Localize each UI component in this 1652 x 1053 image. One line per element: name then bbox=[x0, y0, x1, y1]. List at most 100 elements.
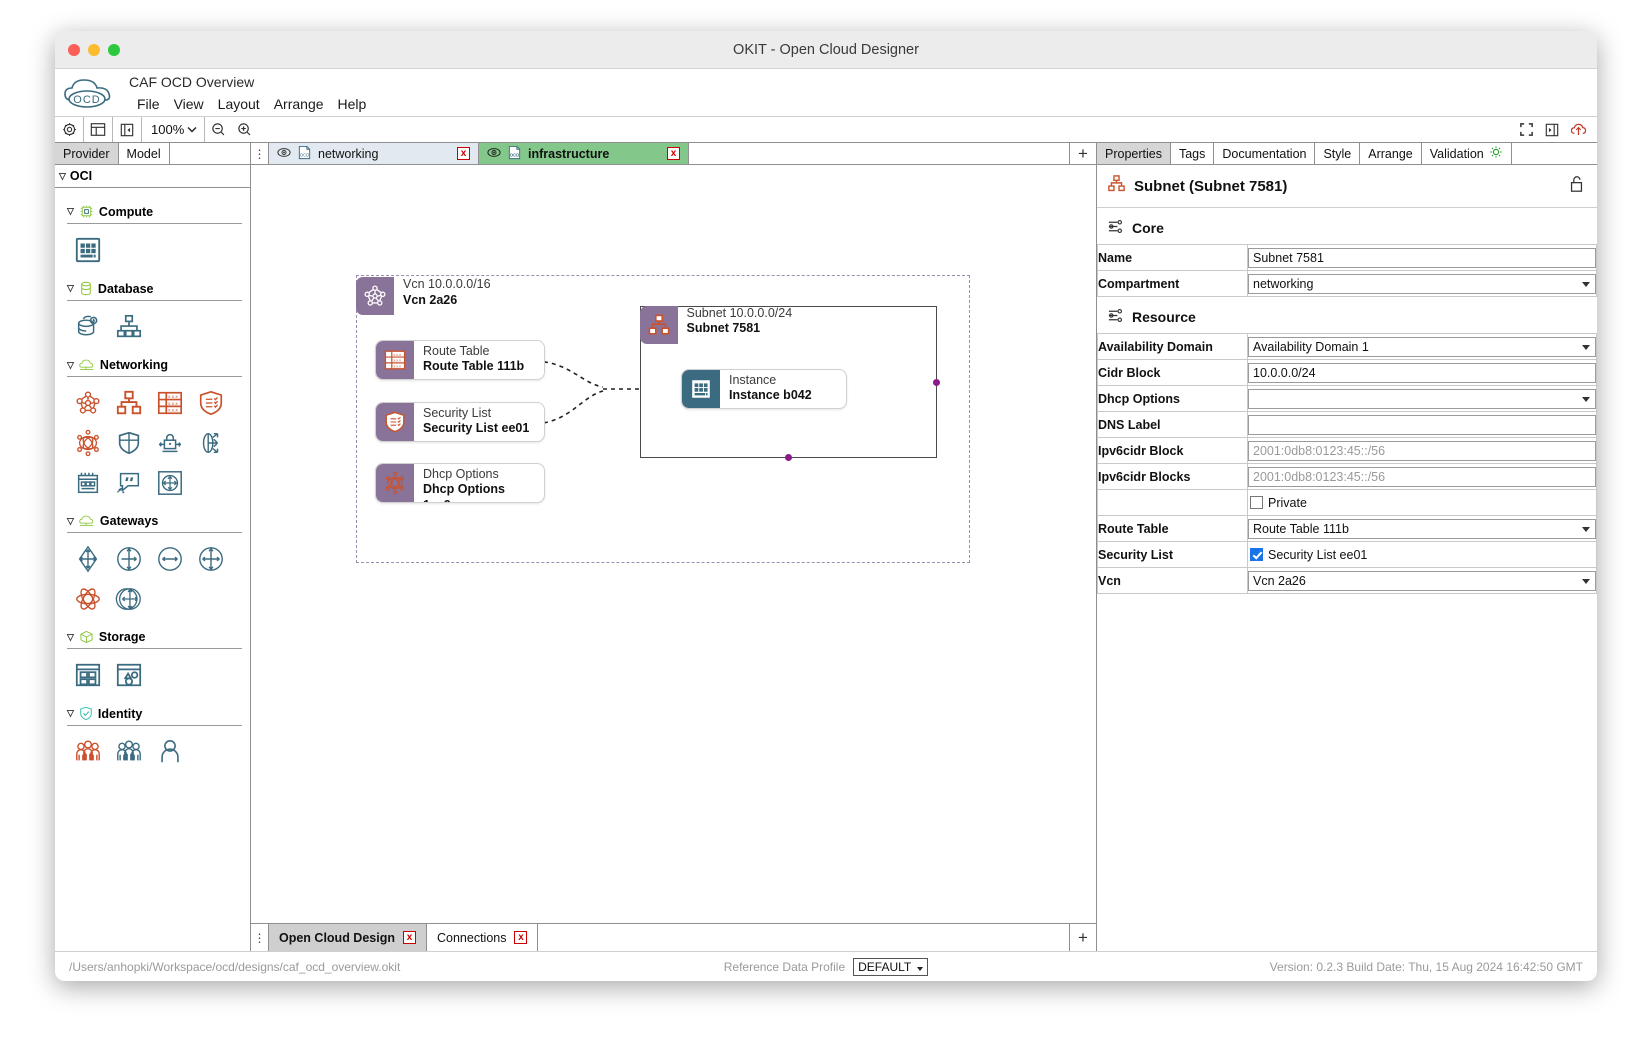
route-table-node[interactable]: x.x.x x.x.x x.x.x Route Table Route Table … bbox=[375, 340, 545, 380]
tab-model[interactable]: Model bbox=[119, 143, 170, 164]
instance-sublabel: Instance bbox=[729, 373, 777, 387]
subnet-anchor-right[interactable] bbox=[933, 379, 940, 386]
load-balancer-icon[interactable] bbox=[196, 428, 226, 458]
tab-provider[interactable]: Provider bbox=[55, 143, 119, 164]
subnet-anchor-bottom[interactable] bbox=[785, 454, 792, 461]
user-icon[interactable] bbox=[155, 737, 185, 767]
menu-layout[interactable]: Layout bbox=[218, 94, 274, 114]
vcn-select[interactable]: Vcn 2a26 bbox=[1248, 570, 1596, 591]
window-titlebar: OKIT - Open Cloud Designer bbox=[55, 31, 1597, 69]
table-row: Ipv6cidr Block 2001:0db8:0123:45::/56 bbox=[1097, 437, 1597, 464]
palette-group-header[interactable]: ▽ Gateways bbox=[67, 514, 242, 533]
ipv6cidr-block-field[interactable]: 2001:0db8:0123:45::/56 bbox=[1248, 440, 1596, 461]
tab-style[interactable]: Style bbox=[1315, 143, 1361, 164]
tab-documentation[interactable]: Documentation bbox=[1214, 143, 1316, 164]
nat-gateway-icon[interactable] bbox=[114, 544, 144, 574]
palette-group-header[interactable]: ▽ Identity bbox=[67, 706, 242, 726]
route-table-select[interactable]: Route Table 111b bbox=[1248, 518, 1596, 539]
unlocked-padlock-icon[interactable] bbox=[1568, 175, 1585, 198]
view-tab-infrastructure[interactable]: OCD infrastructure x bbox=[479, 143, 689, 164]
private-ip-icon[interactable] bbox=[155, 428, 185, 458]
close-icon[interactable]: x bbox=[457, 147, 470, 160]
subnet-icon[interactable] bbox=[114, 388, 144, 418]
palette-tabs-filler bbox=[170, 143, 250, 164]
route-table-icon[interactable]: x.x.x x.x.x x.x.x bbox=[155, 388, 185, 418]
cidr-block-field[interactable]: 10.0.0.0/24 bbox=[1248, 362, 1596, 383]
layout-panel-icon[interactable] bbox=[84, 117, 113, 142]
bottom-tab-open-cloud-design[interactable]: Open Cloud Design x bbox=[269, 924, 427, 951]
dynamic-routing-gateway-icon[interactable] bbox=[73, 584, 103, 614]
palette-root-oci[interactable]: ▽ OCI bbox=[55, 165, 250, 188]
dns-resolver-icon[interactable] bbox=[114, 468, 144, 498]
tab-arrange[interactable]: Arrange bbox=[1360, 143, 1422, 164]
eye-icon[interactable] bbox=[277, 147, 291, 161]
zoom-level-select[interactable]: 100% bbox=[142, 117, 206, 142]
properties-tabs-filler bbox=[1512, 143, 1597, 164]
bottom-tab-connections[interactable]: Connections x bbox=[427, 924, 539, 951]
design-canvas[interactable]: Vcn 10.0.0.0/16 Vcn 2a26 x.x.x x.x.x x.x.x… bbox=[251, 165, 1096, 923]
group-icon[interactable] bbox=[73, 737, 103, 767]
instance-node[interactable]: Instance Instance b042 bbox=[681, 369, 847, 409]
tab-validation[interactable]: Validation bbox=[1422, 143, 1512, 164]
dhcp-options-select[interactable] bbox=[1248, 388, 1596, 409]
svg-text:x.x.x: x.x.x bbox=[168, 408, 178, 413]
name-field[interactable]: Subnet 7581 bbox=[1248, 247, 1596, 268]
palette-group-items bbox=[67, 533, 242, 614]
database-system-icon[interactable] bbox=[114, 312, 144, 342]
object-storage-icon[interactable] bbox=[114, 660, 144, 690]
drg-route-gateway-icon[interactable] bbox=[114, 584, 144, 614]
view-tab-networking[interactable]: OCD networking x bbox=[269, 143, 479, 164]
palette-group-header[interactable]: ▽ Networking bbox=[67, 358, 242, 377]
local-peering-gateway-icon[interactable] bbox=[155, 544, 185, 574]
dhcp-options-node[interactable]: Dhcp Options Dhcp Options 1ee9 bbox=[375, 463, 545, 503]
add-tab-icon[interactable]: + bbox=[1070, 924, 1096, 951]
remote-peering-icon[interactable] bbox=[73, 468, 103, 498]
close-icon[interactable]: x bbox=[667, 147, 680, 160]
table-row: Security List Security List ee01 bbox=[1097, 541, 1597, 568]
compartment-select[interactable]: networking bbox=[1248, 273, 1596, 294]
drag-grip-icon[interactable]: ⋮ bbox=[251, 143, 269, 164]
eye-icon[interactable] bbox=[487, 147, 501, 161]
security-list-checkbox[interactable] bbox=[1250, 548, 1263, 561]
zoom-out-icon[interactable] bbox=[205, 117, 231, 142]
ipv6cidr-blocks-field[interactable]: 2001:0db8:0123:45::/56 bbox=[1248, 466, 1596, 487]
block-storage-icon[interactable] bbox=[73, 660, 103, 690]
fullscreen-icon[interactable] bbox=[1513, 122, 1539, 137]
close-icon[interactable]: x bbox=[514, 931, 528, 944]
autonomous-database-icon[interactable] bbox=[73, 312, 103, 342]
availability-domain-select[interactable]: Availability Domain 1 bbox=[1248, 336, 1596, 357]
cloud-upload-icon[interactable] bbox=[1565, 122, 1591, 137]
tab-properties[interactable]: Properties bbox=[1097, 143, 1171, 164]
gear-icon[interactable] bbox=[55, 117, 84, 142]
menu-view[interactable]: View bbox=[174, 94, 218, 114]
menu-help[interactable]: Help bbox=[338, 94, 381, 114]
palette-group-header[interactable]: ▽ Database bbox=[67, 281, 242, 301]
service-gateway-icon[interactable] bbox=[196, 544, 226, 574]
add-view-icon[interactable]: + bbox=[1070, 143, 1096, 164]
zoom-in-icon[interactable] bbox=[231, 117, 257, 142]
palette-group-header[interactable]: ▽ Storage bbox=[67, 630, 242, 649]
security-list-node[interactable]: Security List Security List ee01 bbox=[375, 402, 545, 442]
drg-attachment-icon[interactable] bbox=[155, 468, 185, 498]
internet-gateway-icon[interactable] bbox=[73, 544, 103, 574]
tab-tags[interactable]: Tags bbox=[1171, 143, 1215, 164]
instance-icon[interactable] bbox=[73, 235, 103, 265]
network-security-group-icon[interactable] bbox=[114, 428, 144, 458]
reference-data-profile-select[interactable]: DEFAULT bbox=[853, 957, 929, 976]
vcn-icon[interactable] bbox=[73, 388, 103, 418]
dns-label-field[interactable] bbox=[1248, 414, 1596, 435]
toggle-right-panel-icon[interactable] bbox=[1539, 123, 1565, 137]
drag-grip-icon[interactable]: ⋮ bbox=[251, 924, 269, 951]
menu-file[interactable]: File bbox=[129, 94, 174, 114]
dynamic-group-icon[interactable] bbox=[114, 737, 144, 767]
dhcp-options-icon[interactable] bbox=[73, 428, 103, 458]
palette-scroll-area[interactable]: ▽ OCI ▽ Compute ▽ Database ▽ Networking … bbox=[55, 165, 250, 951]
close-icon[interactable]: x bbox=[402, 931, 416, 944]
vcn-node[interactable]: Vcn 10.0.0.0/16 Vcn 2a26 bbox=[356, 277, 491, 315]
private-checkbox[interactable] bbox=[1250, 496, 1263, 509]
security-list-icon[interactable] bbox=[196, 388, 226, 418]
palette-group-header[interactable]: ▽ Compute bbox=[67, 204, 242, 224]
subnet-node[interactable]: Subnet 10.0.0.0/24 Subnet 7581 Instance bbox=[639, 305, 940, 461]
collapse-left-panel-icon[interactable] bbox=[113, 117, 142, 142]
menu-arrange[interactable]: Arrange bbox=[274, 94, 338, 114]
